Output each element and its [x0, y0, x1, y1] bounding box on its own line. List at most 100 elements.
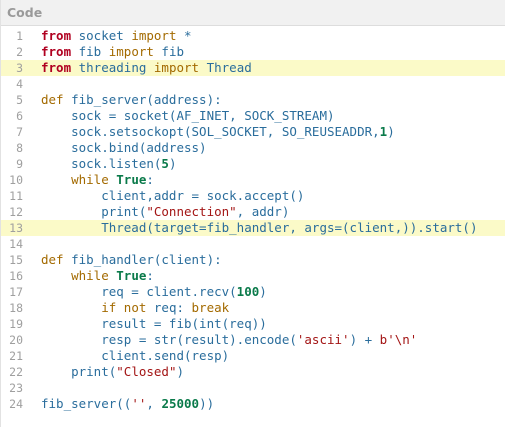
code-token: "Connection"	[146, 204, 237, 219]
code-line[interactable]: 8 sock.bind(address)	[1, 140, 505, 156]
code-token: client,addr = sock.accept()	[41, 188, 305, 203]
line-number: 11	[9, 189, 23, 203]
code-token: resp = str(result).encode(	[41, 332, 297, 347]
code-token: fib_handler(client):	[63, 252, 222, 267]
panel-header: Code	[1, 0, 505, 26]
code-line[interactable]: 12 print("Connection", addr)	[1, 204, 505, 220]
code-token: from	[41, 44, 72, 59]
code-token: result = fib(int(req))	[41, 316, 267, 331]
code-token: import	[153, 60, 200, 75]
code-token: ) +	[349, 332, 380, 347]
code-token: while	[71, 268, 109, 283]
code-line[interactable]: 19 result = fib(int(req))	[1, 316, 505, 332]
code-line[interactable]: 5 def fib_server(address):	[1, 92, 505, 108]
code-token: True	[116, 268, 147, 283]
line-text: def fib_server(address):	[41, 92, 222, 108]
code-token: while	[71, 172, 109, 187]
code-line[interactable]: 9 sock.listen(5)	[1, 156, 505, 172]
code-line[interactable]: 16 while True:	[1, 268, 505, 284]
code-line[interactable]: 6 sock = socket(AF_INET, SOCK_STREAM)	[1, 108, 505, 124]
line-number: 17	[9, 285, 23, 299]
line-number: 19	[9, 317, 23, 331]
line-text: print("Closed")	[41, 364, 184, 380]
code-token: ))	[199, 396, 215, 411]
line-text: client,addr = sock.accept()	[41, 188, 304, 204]
code-line[interactable]: 14	[1, 236, 505, 252]
line-number: 5	[16, 93, 23, 107]
code-token: Thread(target=fib_handler, args=(client,…	[41, 220, 478, 235]
line-number: 14	[9, 237, 23, 251]
code-line[interactable]: 4	[1, 76, 505, 92]
line-text: if not req: break	[41, 300, 229, 316]
code-token: 100	[236, 284, 260, 299]
line-number: 12	[9, 205, 23, 219]
code-token: )	[387, 124, 395, 139]
code-line[interactable]: 24 fib_server(('', 25000))	[1, 396, 505, 412]
code-line[interactable]: 2 from fib import fib	[1, 44, 505, 60]
code-line[interactable]: 22 print("Closed")	[1, 364, 505, 380]
code-line[interactable]: 7 sock.setsockopt(SOL_SOCKET, SO_REUSEAD…	[1, 124, 505, 140]
code-line[interactable]: 11 client,addr = sock.accept()	[1, 188, 505, 204]
code-line[interactable]: 18 if not req: break	[1, 300, 505, 316]
line-number: 2	[16, 45, 23, 59]
code-token: req:	[146, 300, 192, 315]
code-token: )	[176, 364, 185, 379]
line-text: sock = socket(AF_INET, SOCK_STREAM)	[41, 108, 334, 124]
line-number: 13	[9, 221, 23, 235]
code-token: fib	[71, 44, 109, 59]
code-line[interactable]: 1 from socket import *	[1, 28, 505, 44]
line-number: 1	[16, 29, 23, 43]
line-number: 20	[9, 333, 23, 347]
code-token: True	[116, 172, 147, 187]
code-token: ,	[146, 396, 162, 411]
line-text: fib_server(('', 25000))	[41, 396, 214, 412]
code-token: b'\n'	[379, 332, 418, 347]
line-number: 8	[16, 141, 23, 155]
code-line[interactable]: 21 client.send(resp)	[1, 348, 505, 364]
line-text: print("Connection", addr)	[41, 204, 289, 220]
code-token: Thread	[199, 60, 252, 75]
code-line[interactable]: 17 req = client.recv(100)	[1, 284, 505, 300]
code-token: fib	[153, 44, 185, 59]
line-number: 15	[9, 253, 23, 267]
line-text: client.send(resp)	[41, 348, 229, 364]
code-token: break	[191, 300, 230, 315]
code-token: print(	[41, 364, 117, 379]
code-line[interactable]: 23	[1, 380, 505, 396]
line-number: 24	[9, 397, 23, 411]
line-number: 9	[16, 157, 23, 171]
line-text: from threading import Thread	[41, 60, 252, 76]
line-number: 3	[16, 61, 23, 75]
line-text: from socket import *	[41, 28, 192, 44]
code-token: 5	[161, 156, 169, 171]
line-number: 18	[9, 301, 23, 315]
code-line[interactable]: 10 while True:	[1, 172, 505, 188]
code-line[interactable]: 20 resp = str(result).encode('ascii') + …	[1, 332, 505, 348]
code-token: *	[176, 28, 192, 43]
code-editor[interactable]: 1 from socket import * 2 from fib import fi…	[1, 28, 505, 412]
code-token: from	[41, 28, 72, 43]
line-number: 7	[16, 125, 23, 139]
code-token: def	[41, 252, 64, 267]
code-line[interactable]: 3 from threading import Thread	[1, 60, 505, 76]
code-line[interactable]: 13 Thread(target=fib_handler, args=(clie…	[1, 220, 505, 236]
code-token: :	[146, 172, 154, 187]
code-token: fib_server((	[41, 396, 132, 411]
code-token: def	[41, 92, 64, 107]
code-line[interactable]: 15 def fib_handler(client):	[1, 252, 505, 268]
line-number: 23	[9, 381, 23, 395]
code-token: sock.setsockopt(SOL_SOCKET, SO_REUSEADDR…	[41, 124, 380, 139]
code-token: sock.bind(address)	[41, 140, 207, 155]
code-token: , addr)	[236, 204, 290, 219]
code-panel: Code 1 from socket import * 2 from fib impo…	[0, 0, 505, 427]
line-text: def fib_handler(client):	[41, 252, 222, 268]
code-token: import	[131, 28, 177, 43]
line-text: resp = str(result).encode('ascii') + b'\…	[41, 332, 417, 348]
line-text: sock.setsockopt(SOL_SOCKET, SO_REUSEADDR…	[41, 124, 395, 140]
code-token: client.send(resp)	[41, 348, 230, 363]
code-token: 'ascii'	[296, 332, 350, 347]
line-number: 6	[16, 109, 23, 123]
